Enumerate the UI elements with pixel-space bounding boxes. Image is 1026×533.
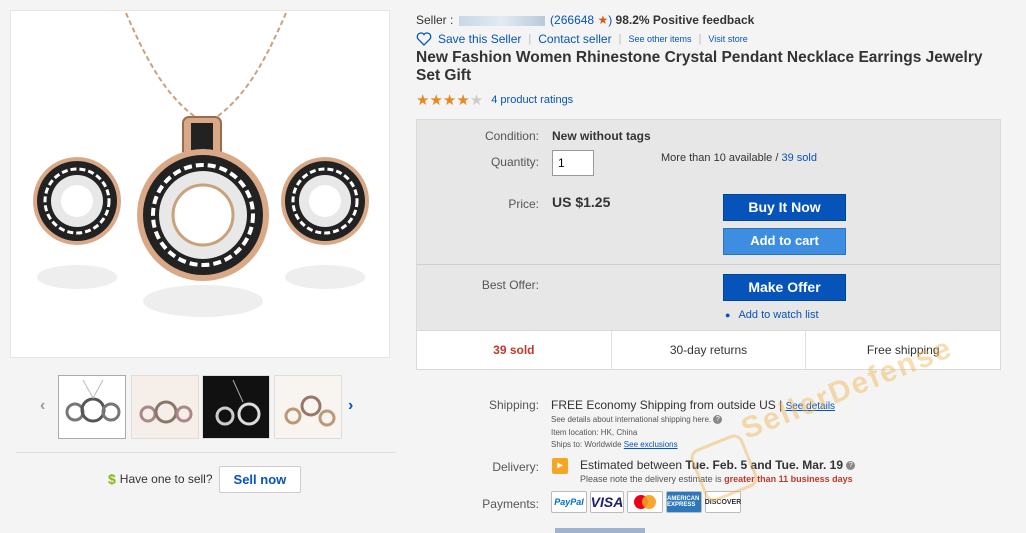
amex-icon: AMERICAN EXPRESS: [666, 491, 702, 513]
main-product-image[interactable]: [10, 10, 390, 358]
visit-store-link[interactable]: Visit store: [708, 34, 747, 44]
intl-note-text: See details about international shipping…: [551, 415, 712, 424]
help-icon[interactable]: ?: [846, 461, 856, 471]
returns-info: 30-day returns: [612, 331, 807, 369]
best-offer-label: Best Offer:: [481, 278, 539, 292]
positive-feedback: 98.2% Positive feedback: [615, 13, 755, 27]
seller-info: Seller : (266648 ★) 98.2% Positive feedb…: [416, 13, 754, 27]
dollar-icon: $: [108, 471, 116, 487]
item-title: New Fashion Women Rhinestone Crystal Pen…: [416, 49, 983, 84]
seller-star-icon: ★: [597, 13, 609, 27]
divider: [16, 452, 396, 453]
star-rating-icon[interactable]: ★★★★★: [416, 91, 483, 109]
thumbnail-1[interactable]: [58, 375, 126, 439]
mastercard-icon: [627, 491, 663, 513]
calendar-icon: ▸: [552, 458, 568, 474]
product-ratings-link[interactable]: 4 product ratings: [491, 94, 573, 106]
other-items-link[interactable]: See other items: [628, 34, 691, 44]
make-offer-button[interactable]: Make Offer: [723, 274, 846, 301]
separator: |: [618, 33, 622, 45]
delivery-label: Delivery:: [492, 460, 539, 474]
eye-icon: ●: [725, 310, 731, 320]
heart-icon[interactable]: [416, 32, 432, 46]
quantity-input[interactable]: [552, 150, 594, 176]
delivery-prefix: Estimated between: [580, 458, 683, 472]
paypal-icon: PayPal: [551, 491, 587, 513]
chevron-right-icon[interactable]: ›: [348, 397, 353, 415]
price-label: Price:: [508, 197, 539, 211]
sold-count-link[interactable]: 39 sold: [781, 152, 816, 164]
add-to-cart-button[interactable]: Add to cart: [723, 228, 846, 255]
thumbnail-4[interactable]: [274, 375, 342, 439]
cut-off-content: [555, 528, 645, 533]
ships-to-text: Ships to: Worldwide: [551, 440, 622, 449]
seller-links: Save this Seller | Contact seller | See …: [416, 32, 748, 46]
sold-count: 39 sold: [417, 331, 612, 369]
sell-one-row: $ Have one to sell? Sell now: [108, 465, 302, 493]
visa-icon: VISA: [590, 491, 624, 513]
condition-value: New without tags: [552, 129, 651, 143]
contact-seller-link[interactable]: Contact seller: [538, 32, 611, 46]
intl-shipping-note: See details about international shipping…: [551, 415, 723, 425]
seller-name-redacted[interactable]: [458, 15, 545, 26]
thumbnail-2[interactable]: [131, 375, 199, 439]
watch-list-label: Add to watch list: [738, 309, 819, 321]
seller-prefix: Seller :: [416, 13, 454, 27]
price-value: US $1.25: [552, 194, 611, 210]
exclusions-link[interactable]: See exclusions: [624, 440, 678, 449]
chevron-left-icon[interactable]: ‹: [40, 397, 45, 415]
availability: More than 10 available / 39 sold: [661, 152, 817, 164]
seller-score-close: ): [608, 13, 613, 27]
sell-now-button[interactable]: Sell now: [218, 465, 302, 493]
thumbnail-3[interactable]: [202, 375, 270, 439]
condition-label: Condition:: [484, 129, 539, 143]
thumbnail-strip: ‹ ›: [36, 375, 366, 441]
sell-prompt: Have one to sell?: [119, 472, 213, 486]
shipping-label: Shipping:: [488, 398, 539, 412]
panel-divider: [417, 264, 1000, 265]
buy-it-now-button[interactable]: Buy It Now: [723, 194, 846, 221]
available-text: More than 10 available /: [661, 152, 779, 164]
quantity-label: Quantity:: [490, 155, 539, 169]
separator: |: [528, 33, 532, 45]
payments-label: Payments:: [482, 497, 539, 511]
help-icon[interactable]: ?: [713, 415, 723, 425]
seller-score[interactable]: (266648: [550, 13, 594, 27]
rating-line: ★★★★★ 4 product ratings: [416, 91, 573, 109]
save-seller-link[interactable]: Save this Seller: [438, 32, 521, 46]
ships-to: Ships to: Worldwide See exclusions: [551, 440, 678, 449]
item-location: Item location: HK, China: [551, 428, 638, 437]
separator: |: [698, 33, 702, 45]
purchase-panel: Condition: New without tags Quantity: Mo…: [416, 119, 1001, 370]
add-to-watch-list-link[interactable]: ● Add to watch list: [725, 309, 819, 321]
